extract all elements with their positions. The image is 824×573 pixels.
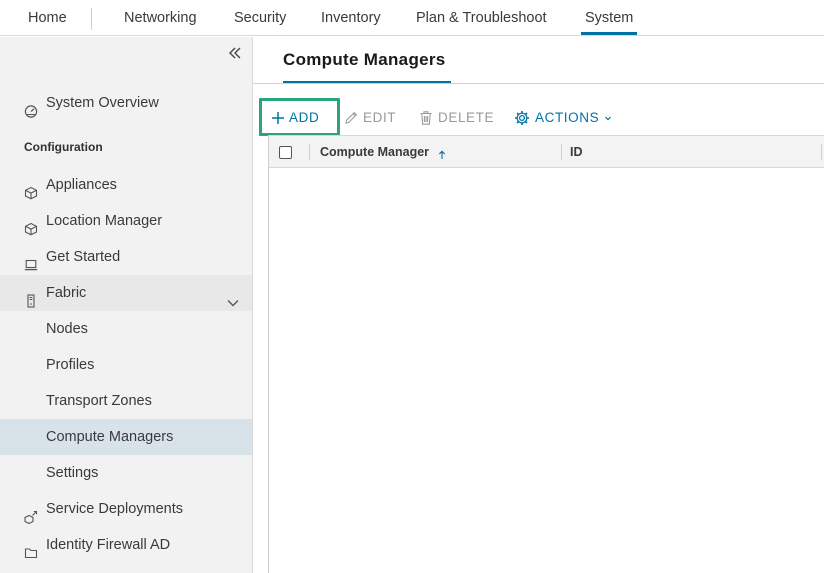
cube-icon [24, 178, 38, 200]
add-button[interactable]: ADD [270, 108, 328, 128]
sidebar-item-label: Settings [46, 465, 99, 481]
sidebar-item-system-overview[interactable]: System Overview [0, 85, 252, 121]
nav-active-indicator [581, 32, 637, 35]
column-header-compute-manager[interactable]: Compute Manager [320, 136, 429, 169]
sidebar-item-get-started[interactable]: Get Started [0, 239, 252, 275]
select-all-checkbox[interactable] [279, 146, 292, 159]
sidebar-item-label: Profiles [46, 357, 95, 373]
sidebar: System Overview Configuration Appliances… [0, 37, 253, 573]
gear-icon [514, 110, 530, 126]
nav-inventory[interactable]: Inventory [321, 0, 381, 36]
sidebar-item-label: Compute Managers [46, 429, 174, 445]
sidebar-item-service-deployments[interactable]: Service Deployments [0, 491, 252, 527]
delete-button[interactable]: DELETE [418, 108, 498, 128]
sidebar-item-label: Location Manager [46, 213, 163, 229]
trash-icon [418, 110, 434, 126]
sidebar-item-label: System Overview [46, 95, 159, 111]
sidebar-item-label: Transport Zones [46, 393, 152, 409]
sidebar-section-heading: Configuration [24, 140, 103, 154]
actions-button-label: ACTIONS [535, 110, 600, 125]
sidebar-item-label: Get Started [46, 249, 121, 265]
server-icon [24, 286, 38, 308]
sidebar-item-fabric[interactable]: Fabric [0, 275, 252, 311]
deploy-icon [24, 502, 38, 525]
nav-separator [91, 8, 92, 30]
column-header-id[interactable]: ID [570, 136, 583, 169]
folder-icon [24, 538, 38, 559]
laptop-icon [24, 250, 38, 271]
column-divider [309, 144, 310, 160]
sidebar-item-location-manager[interactable]: Location Manager [0, 203, 252, 239]
grid-header: Compute Manager ID [269, 135, 824, 168]
add-button-label: ADD [289, 110, 320, 125]
sidebar-item-profiles[interactable]: Profiles [0, 347, 252, 383]
column-divider [821, 144, 822, 160]
actions-dropdown[interactable]: ACTIONS [514, 108, 614, 128]
chevron-down-icon[interactable] [226, 287, 240, 307]
nav-plan-troubleshoot[interactable]: Plan & Troubleshoot [416, 0, 547, 36]
edit-button-label: EDIT [363, 110, 397, 125]
top-navigation: Home Networking Security Inventory Plan … [0, 0, 824, 36]
nav-networking[interactable]: Networking [124, 0, 197, 36]
plus-icon [270, 110, 286, 126]
cube-icon [24, 214, 38, 236]
compute-managers-grid: Compute Manager ID [268, 135, 824, 573]
sidebar-item-compute-managers[interactable]: Compute Managers [0, 419, 252, 455]
sidebar-item-nodes[interactable]: Nodes [0, 311, 252, 347]
page-title: Compute Managers [283, 50, 446, 69]
delete-button-label: DELETE [438, 110, 495, 125]
chevron-down-icon [604, 110, 612, 122]
sidebar-item-label: Service Deployments [46, 501, 183, 517]
nav-system[interactable]: System [585, 0, 633, 36]
sidebar-item-transport-zones[interactable]: Transport Zones [0, 383, 252, 419]
nav-home[interactable]: Home [28, 0, 67, 36]
nav-security[interactable]: Security [234, 0, 286, 36]
divider [253, 83, 824, 84]
sidebar-item-label: Appliances [46, 177, 117, 193]
pencil-icon [343, 110, 359, 126]
dashboard-icon [24, 96, 38, 118]
sidebar-item-label: Nodes [46, 321, 88, 337]
sort-ascending-icon[interactable] [438, 147, 446, 159]
sidebar-item-settings[interactable]: Settings [0, 455, 252, 491]
column-divider [561, 144, 562, 160]
sidebar-item-label: Fabric [46, 285, 87, 301]
sidebar-item-label: Identity Firewall AD [46, 537, 171, 553]
sidebar-item-identity-firewall-ad[interactable]: Identity Firewall AD [0, 527, 252, 563]
edit-button[interactable]: EDIT [343, 108, 401, 128]
collapse-sidebar-icon[interactable] [226, 44, 244, 62]
sidebar-item-appliances[interactable]: Appliances [0, 167, 252, 203]
